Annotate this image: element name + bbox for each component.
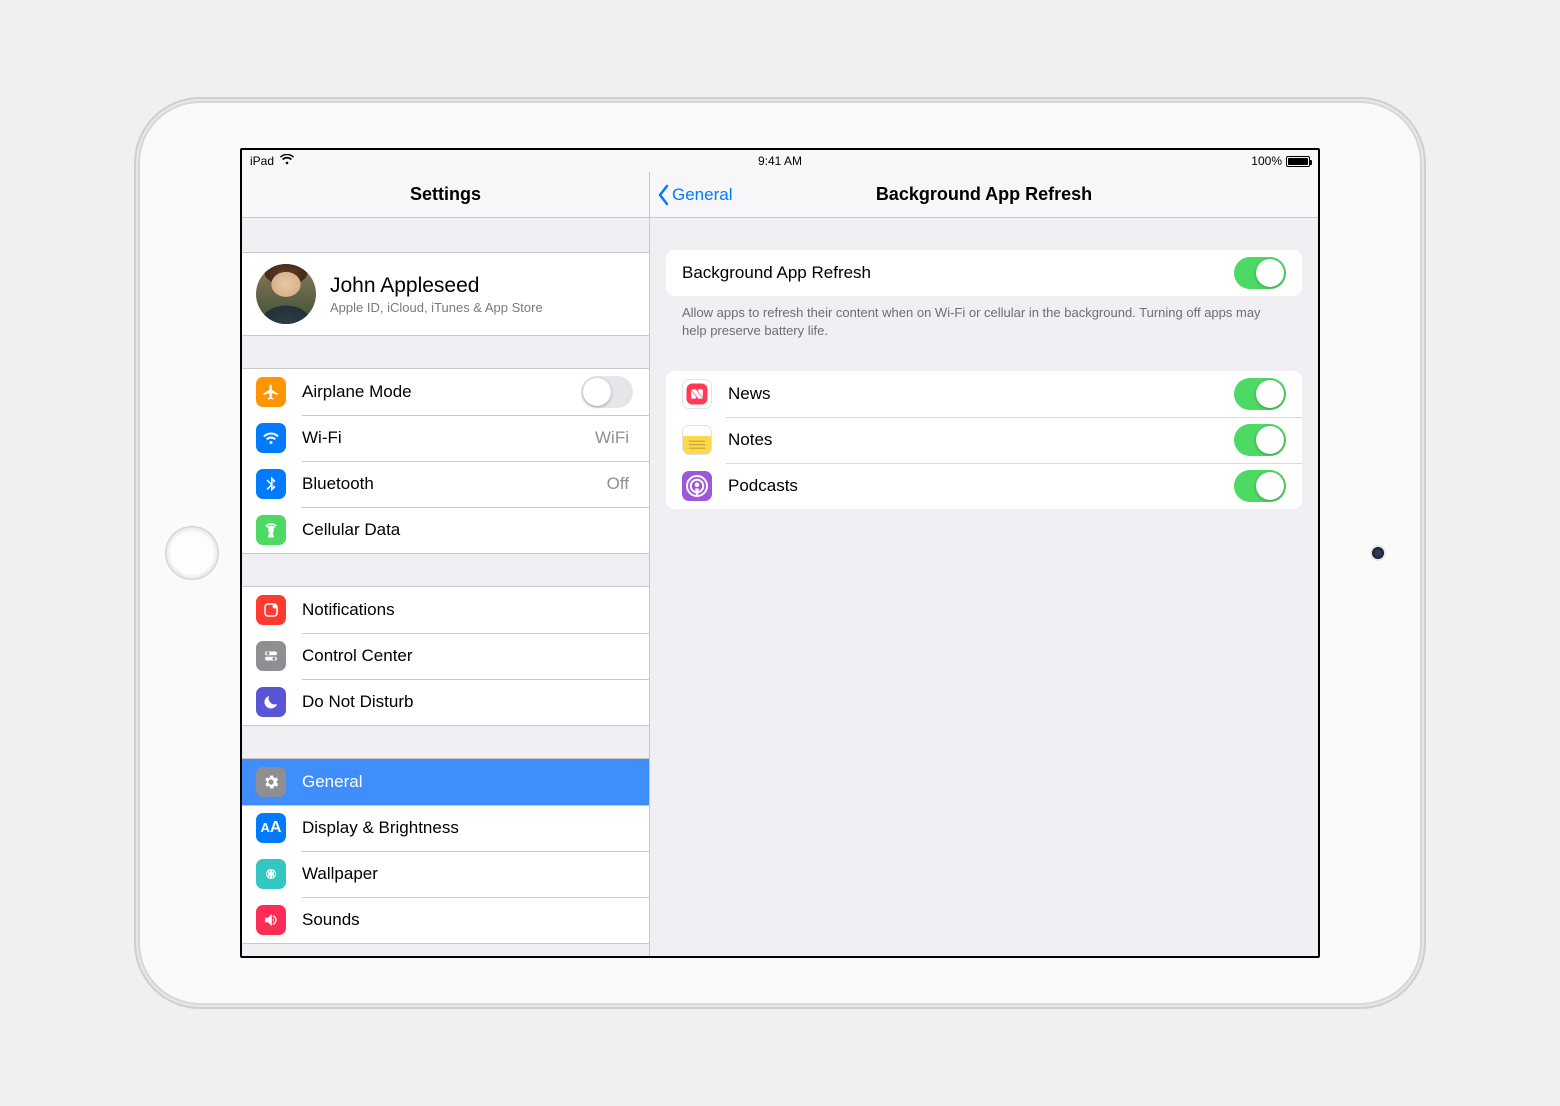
detail-pane: General Background App Refresh Backgroun… — [650, 172, 1318, 956]
device-label: iPad — [250, 154, 274, 168]
detail-title: Background App Refresh — [876, 184, 1092, 205]
bluetooth-icon — [256, 469, 286, 499]
chevron-left-icon — [656, 184, 670, 206]
sidebar-item-cellular[interactable]: Cellular Data — [242, 507, 649, 553]
app-row-news[interactable]: News — [666, 371, 1302, 417]
clock: 9:41 AM — [758, 154, 802, 168]
home-button[interactable] — [165, 526, 219, 580]
cellular-icon — [256, 515, 286, 545]
status-bar: iPad 9:41 AM 100% — [242, 150, 1318, 172]
airplane-label: Airplane Mode — [302, 382, 581, 402]
wifi-icon — [280, 154, 294, 168]
podcasts-toggle[interactable] — [1234, 470, 1286, 502]
display-label: Display & Brightness — [302, 818, 633, 838]
account-sub: Apple ID, iCloud, iTunes & App Store — [330, 300, 543, 315]
sidebar-title: Settings — [410, 184, 481, 205]
wifi-value: WiFi — [595, 428, 629, 448]
airplane-icon — [256, 377, 286, 407]
podcasts-label: Podcasts — [728, 476, 1234, 496]
sounds-icon — [256, 905, 286, 935]
sidebar-item-general[interactable]: General — [242, 759, 649, 805]
detail-navbar: General Background App Refresh — [650, 172, 1318, 218]
airplane-toggle[interactable] — [581, 376, 633, 408]
bluetooth-value: Off — [607, 474, 629, 494]
sidebar-item-sounds[interactable]: Sounds — [242, 897, 649, 943]
notes-toggle[interactable] — [1234, 424, 1286, 456]
news-toggle[interactable] — [1234, 378, 1286, 410]
battery-icon — [1286, 156, 1310, 167]
moon-icon — [256, 687, 286, 717]
cellular-label: Cellular Data — [302, 520, 633, 540]
sidebar-item-notifications[interactable]: Notifications — [242, 587, 649, 633]
sidebar-item-dnd[interactable]: Do Not Disturb — [242, 679, 649, 725]
screen: iPad 9:41 AM 100% Settings — [240, 148, 1320, 958]
app-row-podcasts[interactable]: Podcasts — [666, 463, 1302, 509]
wifi-icon — [256, 423, 286, 453]
notifications-label: Notifications — [302, 600, 633, 620]
sounds-label: Sounds — [302, 910, 633, 930]
avatar — [256, 264, 316, 324]
wifi-label: Wi-Fi — [302, 428, 595, 448]
sidebar-item-airplane[interactable]: Airplane Mode — [242, 369, 649, 415]
front-camera — [1372, 547, 1384, 559]
back-label: General — [672, 185, 732, 205]
settings-sidebar: Settings John Appleseed Apple ID, iCloud… — [242, 172, 650, 956]
notifications-icon — [256, 595, 286, 625]
sidebar-item-display[interactable]: AA Display & Brightness — [242, 805, 649, 851]
battery-percent: 100% — [1251, 154, 1282, 168]
notes-label: Notes — [728, 430, 1234, 450]
gear-icon — [256, 767, 286, 797]
master-refresh-row[interactable]: Background App Refresh — [666, 250, 1302, 296]
control-center-icon — [256, 641, 286, 671]
master-refresh-toggle[interactable] — [1234, 257, 1286, 289]
sidebar-item-wallpaper[interactable]: Wallpaper — [242, 851, 649, 897]
refresh-note: Allow apps to refresh their content when… — [650, 296, 1318, 339]
bluetooth-label: Bluetooth — [302, 474, 607, 494]
master-refresh-label: Background App Refresh — [682, 263, 1234, 283]
news-label: News — [728, 384, 1234, 404]
account-row[interactable]: John Appleseed Apple ID, iCloud, iTunes … — [242, 253, 649, 335]
news-icon — [682, 379, 712, 409]
notes-icon — [682, 425, 712, 455]
display-icon: AA — [256, 813, 286, 843]
back-button[interactable]: General — [656, 184, 732, 206]
sidebar-item-control-center[interactable]: Control Center — [242, 633, 649, 679]
sidebar-item-bluetooth[interactable]: Bluetooth Off — [242, 461, 649, 507]
app-row-notes[interactable]: Notes — [666, 417, 1302, 463]
sidebar-item-wifi[interactable]: Wi-Fi WiFi — [242, 415, 649, 461]
wallpaper-label: Wallpaper — [302, 864, 633, 884]
dnd-label: Do Not Disturb — [302, 692, 633, 712]
wallpaper-icon — [256, 859, 286, 889]
podcasts-icon — [682, 471, 712, 501]
control-center-label: Control Center — [302, 646, 633, 666]
general-label: General — [302, 772, 633, 792]
account-name: John Appleseed — [330, 274, 543, 298]
sidebar-navbar: Settings — [242, 172, 649, 218]
ipad-device-frame: iPad 9:41 AM 100% Settings — [140, 103, 1420, 1003]
